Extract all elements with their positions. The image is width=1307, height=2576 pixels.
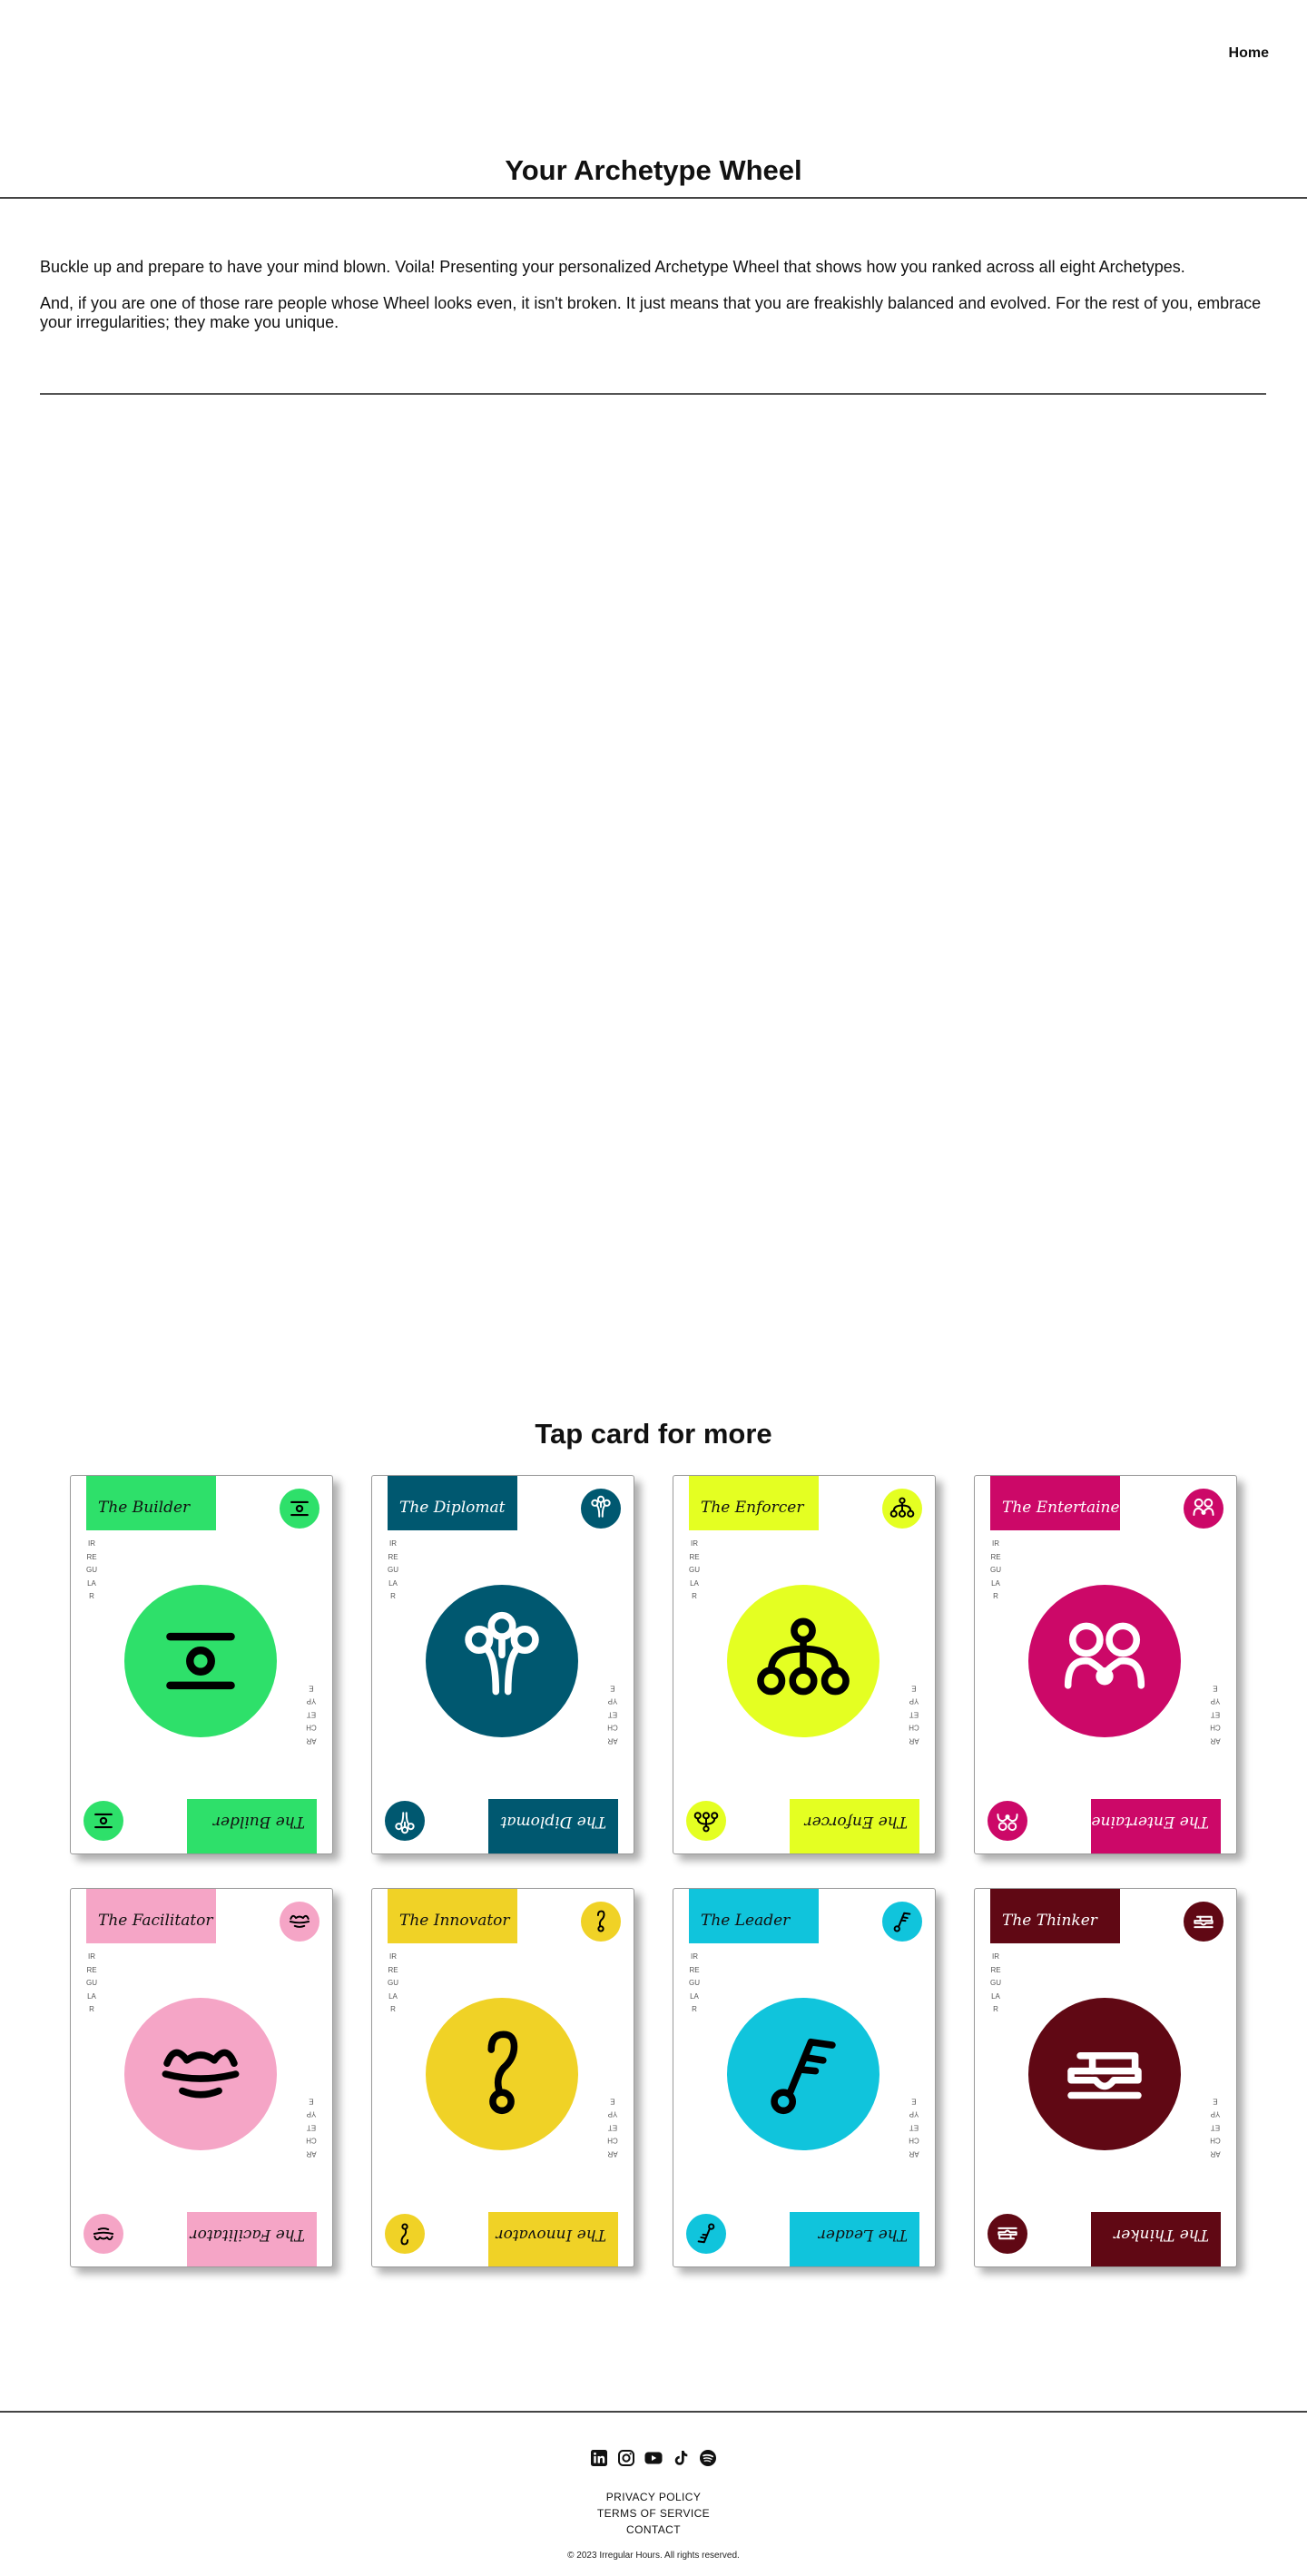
- leader-icon: [882, 1902, 922, 1942]
- diplomat-icon: [385, 1801, 425, 1841]
- card-name-label: The Innovator: [488, 2212, 618, 2266]
- thinker-icon: [1184, 1902, 1223, 1942]
- card-name-label: The Entertainer: [990, 1476, 1120, 1530]
- intro-divider: [40, 393, 1266, 395]
- tiktok-icon[interactable]: [671, 2448, 691, 2468]
- footer-links: PRIVACY POLICY TERMS OF SERVICE CONTACT: [0, 2489, 1307, 2538]
- card-vertical-text: IRREGULAR: [689, 1539, 700, 1600]
- archetype-card-facilitator[interactable]: The Facilitator IRREGULAR ARCHETYPE The Fac…: [70, 1888, 333, 2267]
- innovator-icon: [581, 1902, 621, 1942]
- card-vertical-text: ARCHETYPE: [909, 1684, 919, 1745]
- card-name-label: The Leader: [689, 1889, 819, 1943]
- entertainer-icon: [988, 1801, 1027, 1841]
- facilitator-icon: [280, 1902, 319, 1942]
- thinker-icon: [988, 2214, 1027, 2254]
- card-name-label: The Thinker: [1091, 2212, 1221, 2266]
- card-name-label: The Leader: [790, 2212, 919, 2266]
- card-vertical-text: IRREGULAR: [86, 1952, 97, 2013]
- intro-paragraph: And, if you are one of those rare people…: [40, 294, 1262, 331]
- card-name-label: The Builder: [86, 1476, 216, 1530]
- card-name-label: The Facilitator: [187, 2212, 317, 2266]
- card-name-label: The Facilitator: [86, 1889, 216, 1943]
- card-name-label: The Diplomat: [488, 1799, 618, 1853]
- archetype-card-leader[interactable]: The Leader IRREGULAR ARCHETYPE The Leader: [673, 1888, 936, 2267]
- card-name-label: The Entertainer: [1091, 1799, 1221, 1853]
- archetype-wheel-area: [40, 396, 1266, 1358]
- cards-section-title: Tap card for more: [535, 1418, 772, 1450]
- diplomat-icon: [581, 1489, 621, 1529]
- youtube-icon[interactable]: [644, 2448, 663, 2468]
- archetype-card-thinker[interactable]: The Thinker IRREGULAR ARCHETYPE The Thinker: [974, 1888, 1237, 2267]
- instagram-icon[interactable]: [616, 2448, 636, 2468]
- builder-icon: [84, 1801, 123, 1841]
- builder-icon: [280, 1489, 319, 1529]
- linkedin-icon[interactable]: [589, 2448, 609, 2468]
- card-vertical-text: IRREGULAR: [990, 1952, 1001, 2013]
- enforcer-icon: [882, 1489, 922, 1529]
- card-name-label: The Innovator: [388, 1889, 517, 1943]
- archetype-card-diplomat[interactable]: The Diplomat IRREGULAR ARCHETYPE The Diplom…: [371, 1475, 634, 1854]
- card-name-label: The Diplomat: [388, 1476, 517, 1530]
- card-vertical-text: ARCHETYPE: [1210, 1684, 1221, 1745]
- card-vertical-text: ARCHETYPE: [909, 2097, 919, 2158]
- card-vertical-text: ARCHETYPE: [306, 1684, 317, 1745]
- card-vertical-text: IRREGULAR: [86, 1539, 97, 1600]
- facilitator-icon: [124, 1998, 277, 2150]
- contact-link[interactable]: CONTACT: [0, 2522, 1307, 2538]
- thinker-icon: [1028, 1998, 1181, 2150]
- archetype-card-entertainer[interactable]: The Entertainer IRREGULAR ARCHETYPE The Ent…: [974, 1475, 1237, 1854]
- card-name-label: The Thinker: [990, 1889, 1120, 1943]
- intro-text: Buckle up and prepare to have your mind …: [40, 258, 1265, 349]
- spotify-icon[interactable]: [698, 2448, 718, 2468]
- entertainer-icon: [1184, 1489, 1223, 1529]
- social-links: [0, 2448, 1307, 2468]
- card-name-label: The Enforcer: [689, 1476, 819, 1530]
- card-vertical-text: ARCHETYPE: [607, 1684, 618, 1745]
- card-vertical-text: ARCHETYPE: [1210, 2097, 1221, 2158]
- innovator-icon: [426, 1998, 578, 2150]
- leader-icon: [727, 1998, 880, 2150]
- entertainer-icon: [1028, 1585, 1181, 1737]
- copyright-text: © 2023 Irregular Hours. All rights reser…: [567, 2551, 740, 2561]
- innovator-icon: [385, 2214, 425, 2254]
- card-vertical-text: IRREGULAR: [689, 1952, 700, 2013]
- enforcer-icon: [686, 1801, 726, 1841]
- card-vertical-text: ARCHETYPE: [607, 2097, 618, 2158]
- archetype-card-builder[interactable]: The Builder IRREGULAR ARCHETYPE The Builder: [70, 1475, 333, 1854]
- card-name-label: The Builder: [187, 1799, 317, 1853]
- builder-icon: [124, 1585, 277, 1737]
- facilitator-icon: [84, 2214, 123, 2254]
- title-divider: [0, 197, 1307, 199]
- card-vertical-text: IRREGULAR: [990, 1539, 1001, 1600]
- intro-paragraph: Buckle up and prepare to have your mind …: [40, 258, 1185, 276]
- card-vertical-text: IRREGULAR: [388, 1952, 398, 2013]
- leader-icon: [686, 2214, 726, 2254]
- archetype-card-innovator[interactable]: The Innovator IRREGULAR ARCHETYPE The Innov…: [371, 1888, 634, 2267]
- footer-divider: [0, 2411, 1307, 2413]
- card-vertical-text: ARCHETYPE: [306, 2097, 317, 2158]
- diplomat-icon: [426, 1585, 578, 1737]
- privacy-policy-link[interactable]: PRIVACY POLICY: [0, 2489, 1307, 2505]
- enforcer-icon: [727, 1585, 880, 1737]
- page-title: Your Archetype Wheel: [505, 154, 802, 186]
- home-link[interactable]: Home: [1229, 45, 1269, 62]
- card-name-label: The Enforcer: [790, 1799, 919, 1853]
- archetype-card-enforcer[interactable]: The Enforcer IRREGULAR ARCHETYPE The Enforc…: [673, 1475, 936, 1854]
- terms-of-service-link[interactable]: TERMS OF SERVICE: [0, 2505, 1307, 2522]
- card-vertical-text: IRREGULAR: [388, 1539, 398, 1600]
